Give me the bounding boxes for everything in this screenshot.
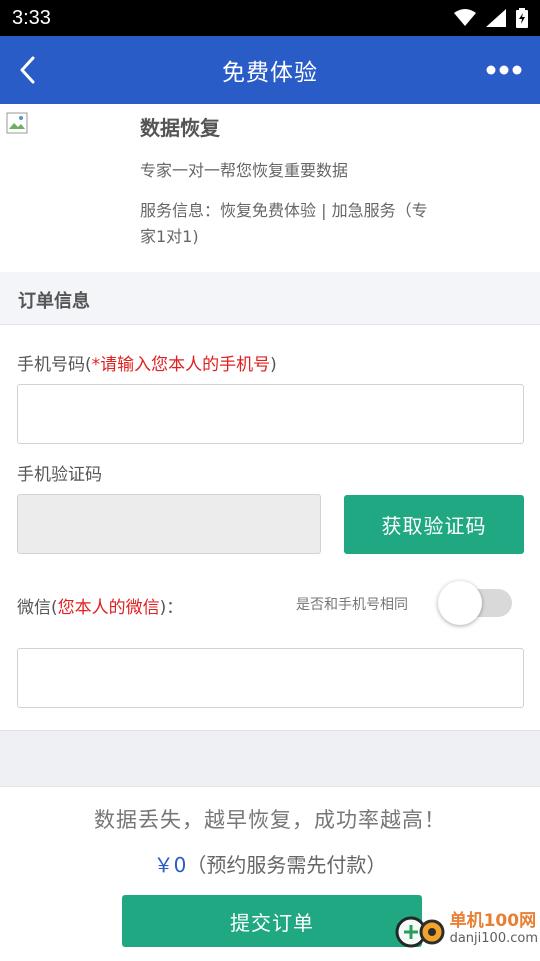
section-title: 订单信息 (18, 291, 90, 312)
page-title: 免费体验 (222, 60, 318, 86)
get-code-button[interactable]: 获取验证码 (344, 495, 524, 554)
code-label: 手机验证码 (17, 465, 102, 485)
submit-order-button[interactable]: 提交订单 (122, 895, 422, 947)
phone-label: 手机号码(*请输入您本人的手机号) (17, 355, 277, 375)
order-form: 手机号码(*请输入您本人的手机号) 手机验证码 获取验证码 微信(您本人的微信)… (0, 325, 540, 731)
status-bar: 3:33 (0, 0, 540, 36)
more-button[interactable] (482, 50, 526, 90)
more-dots-icon (486, 65, 522, 75)
same-as-phone-label: 是否和手机号相同 (296, 597, 408, 613)
service-description: 专家一对一帮您恢复重要数据 (140, 161, 349, 180)
broken-image-icon (6, 112, 28, 134)
wifi-icon (454, 9, 476, 26)
service-info: 服务信息：恢复免费体验 | 加急服务（专家1对1) (140, 201, 428, 246)
watermark-domain: danji100.com (449, 931, 538, 946)
wechat-input[interactable] (17, 648, 524, 708)
phone-input[interactable] (17, 384, 524, 444)
watermark-name: 单机100网 (449, 911, 537, 931)
price-amount: ￥0 (153, 853, 187, 877)
same-as-phone-toggle[interactable] (438, 581, 514, 625)
app-bar: 免费体验 (0, 36, 540, 104)
phone-hint: *请输入您本人的手机号 (91, 355, 271, 375)
watermark: 单机100网 danji100.com (394, 912, 538, 948)
status-icons (454, 8, 528, 28)
slogan-text: 数据丢失，越早恢复，成功率越高！ (94, 808, 446, 832)
code-input[interactable] (17, 494, 321, 554)
battery-icon (516, 8, 528, 28)
signal-icon (486, 9, 506, 27)
back-button[interactable] (8, 50, 48, 90)
back-arrow-icon (20, 56, 35, 84)
wechat-label: 微信(您本人的微信)： (17, 598, 184, 618)
watermark-logo-icon (395, 916, 445, 948)
price-note: （预约服务需先付款） (186, 853, 387, 877)
price-line: ￥0（预约服务需先付款） (0, 849, 540, 878)
toggle-knob (438, 581, 482, 625)
status-time: 3:33 (12, 6, 51, 29)
order-info-header: 订单信息 (0, 272, 540, 325)
service-title: 数据恢复 (140, 116, 220, 140)
watermark-text: 单机100网 danji100.com (450, 912, 538, 948)
wechat-hint: 您本人的微信 (57, 598, 160, 618)
